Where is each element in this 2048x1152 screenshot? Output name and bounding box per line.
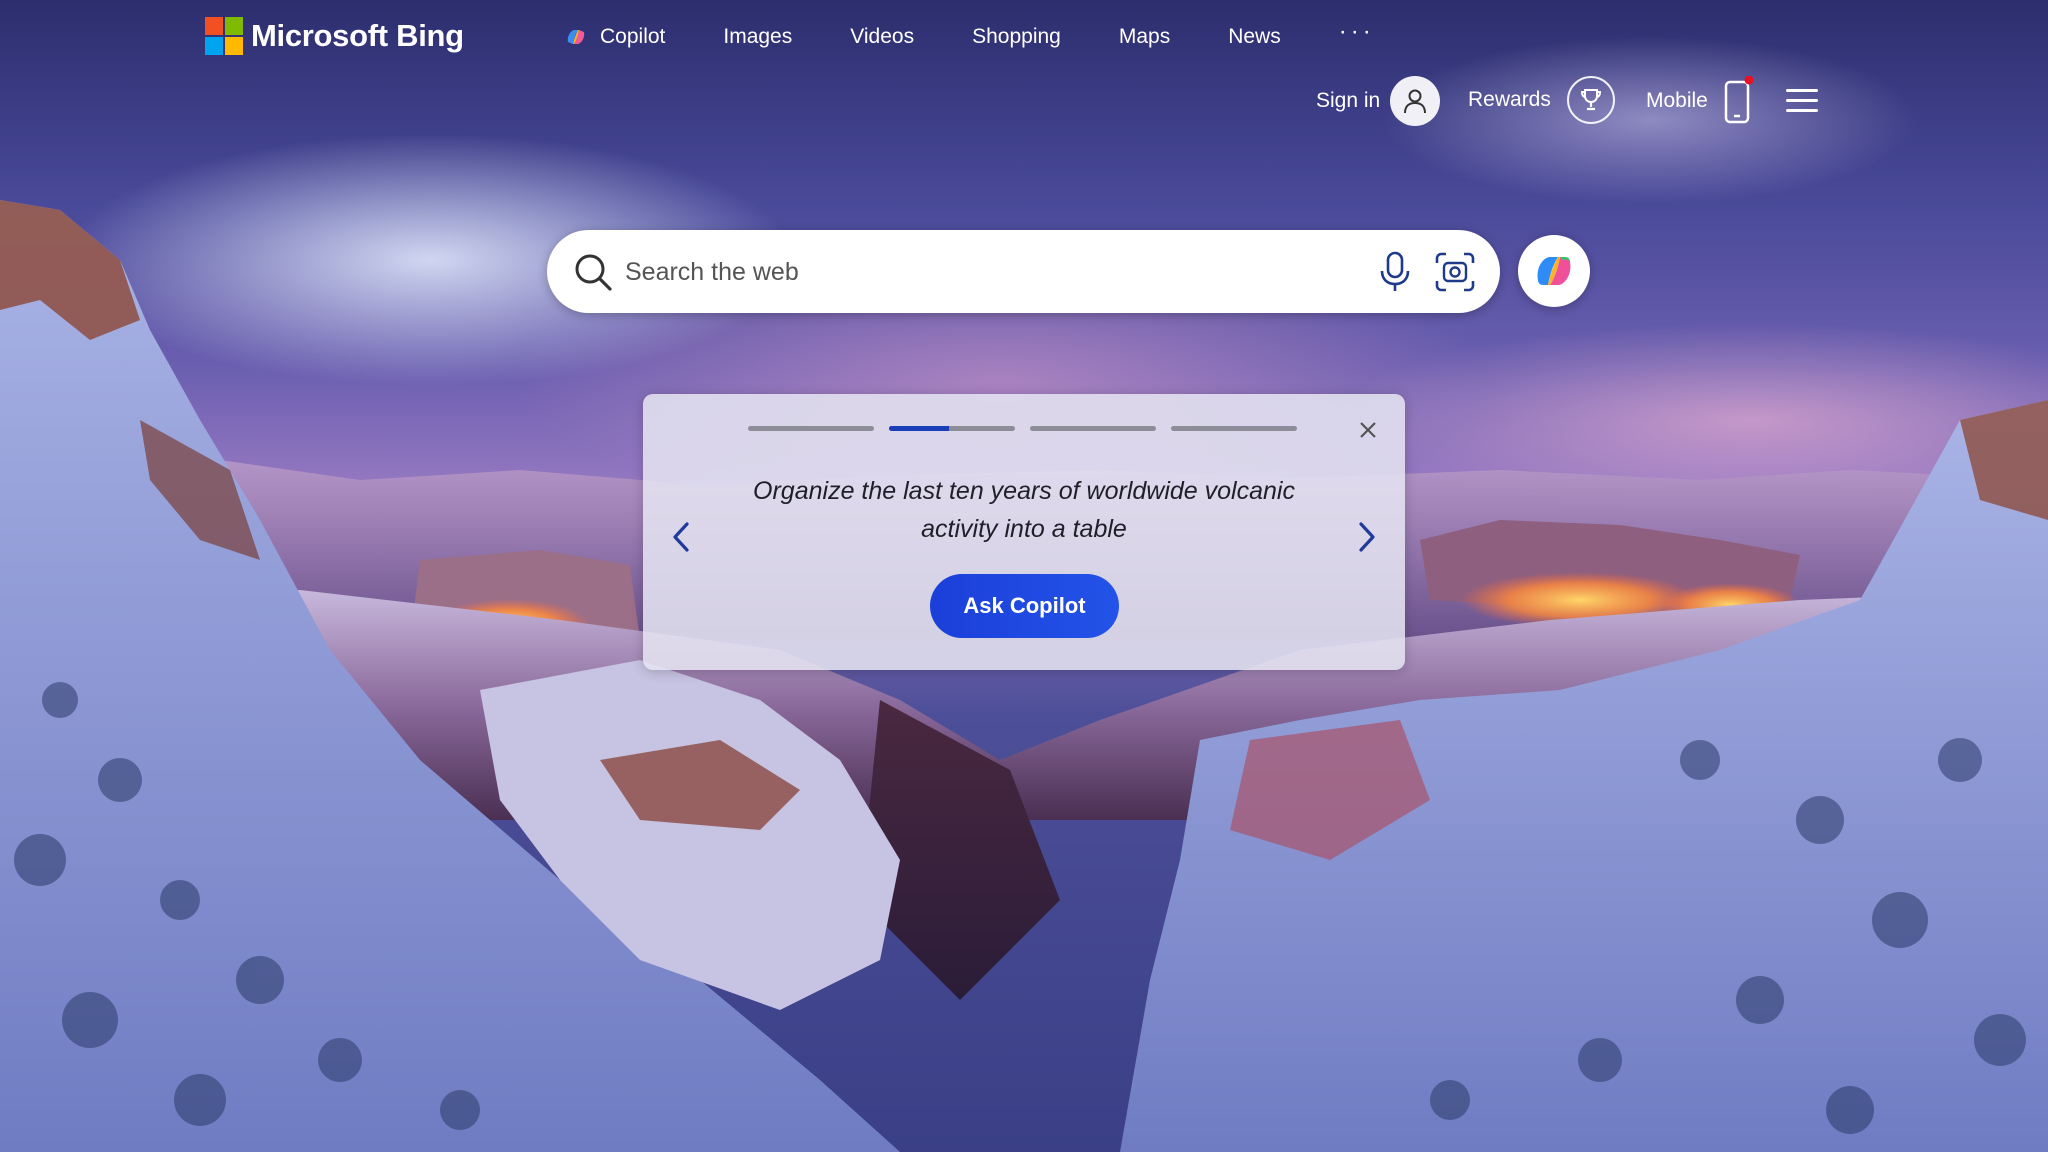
bing-logo[interactable]: Microsoft Bing <box>205 16 464 56</box>
nav-shopping[interactable]: Shopping <box>972 25 1061 49</box>
logo-square-yellow <box>225 37 243 55</box>
logo-square-red <box>205 17 223 35</box>
progress-segment[interactable] <box>1171 426 1297 431</box>
logo-square-green <box>225 17 243 35</box>
nav-videos[interactable]: Videos <box>850 25 914 49</box>
avatar <box>1390 76 1441 126</box>
logo-square-blue <box>205 37 223 55</box>
search-input[interactable] <box>623 248 1307 296</box>
sign-in-label: Sign in <box>1316 89 1381 112</box>
page: Microsoft Bing Copilot Images Videos Sho… <box>0 0 2048 1152</box>
search-box <box>547 230 1500 313</box>
nav-copilot[interactable]: Copilot <box>564 25 665 49</box>
nav-news-label: News <box>1228 25 1281 48</box>
nav-maps-label: Maps <box>1118 25 1171 48</box>
visual-search-icon[interactable] <box>1433 250 1477 294</box>
rewards-button[interactable]: Rewards <box>1468 76 1615 124</box>
nav-images[interactable]: Images <box>723 25 792 49</box>
progress-segment[interactable] <box>1030 426 1156 431</box>
top-nav: Copilot Images Videos Shopping Maps News… <box>564 18 1375 52</box>
chevron-right-icon[interactable] <box>1353 520 1379 554</box>
phone-icon <box>1724 76 1754 124</box>
close-icon[interactable] <box>1356 418 1380 442</box>
rewards-badge <box>1566 76 1615 124</box>
nav-maps[interactable]: Maps <box>1119 25 1170 49</box>
progress-segment[interactable] <box>748 426 874 431</box>
nav-images-label: Images <box>723 25 793 48</box>
logo-text: Microsoft Bing <box>251 18 464 53</box>
copilot-prompt-card: Organize the last ten years of worldwide… <box>643 394 1405 670</box>
progress-segment[interactable] <box>889 426 1015 431</box>
prompt-text: Organize the last ten years of worldwide… <box>753 477 1295 543</box>
mobile-label: Mobile <box>1646 89 1708 112</box>
chevron-left-icon[interactable] <box>669 520 695 554</box>
menu-icon[interactable] <box>1786 89 1818 113</box>
nav-videos-label: Videos <box>850 25 915 48</box>
nav-news[interactable]: News <box>1228 25 1281 49</box>
nav-more-button[interactable]: ··· <box>1339 18 1375 46</box>
trophy-icon <box>1580 89 1601 111</box>
nav-shopping-label: Shopping <box>972 25 1061 48</box>
copilot-icon <box>1537 257 1571 285</box>
mobile-button[interactable]: Mobile <box>1646 76 1754 126</box>
user-icon <box>1404 89 1427 114</box>
ask-copilot-button[interactable]: Ask Copilot <box>930 574 1119 638</box>
microsoft-logo-icon <box>205 17 243 55</box>
microphone-icon[interactable] <box>1377 250 1413 294</box>
sign-in-button[interactable]: Sign in <box>1316 76 1441 126</box>
search-icon[interactable] <box>571 250 615 294</box>
copilot-button[interactable] <box>1518 235 1590 307</box>
copilot-icon <box>567 30 585 44</box>
carousel-progress <box>748 426 1312 431</box>
rewards-label: Rewards <box>1468 88 1551 111</box>
nav-copilot-label: Copilot <box>600 25 666 48</box>
